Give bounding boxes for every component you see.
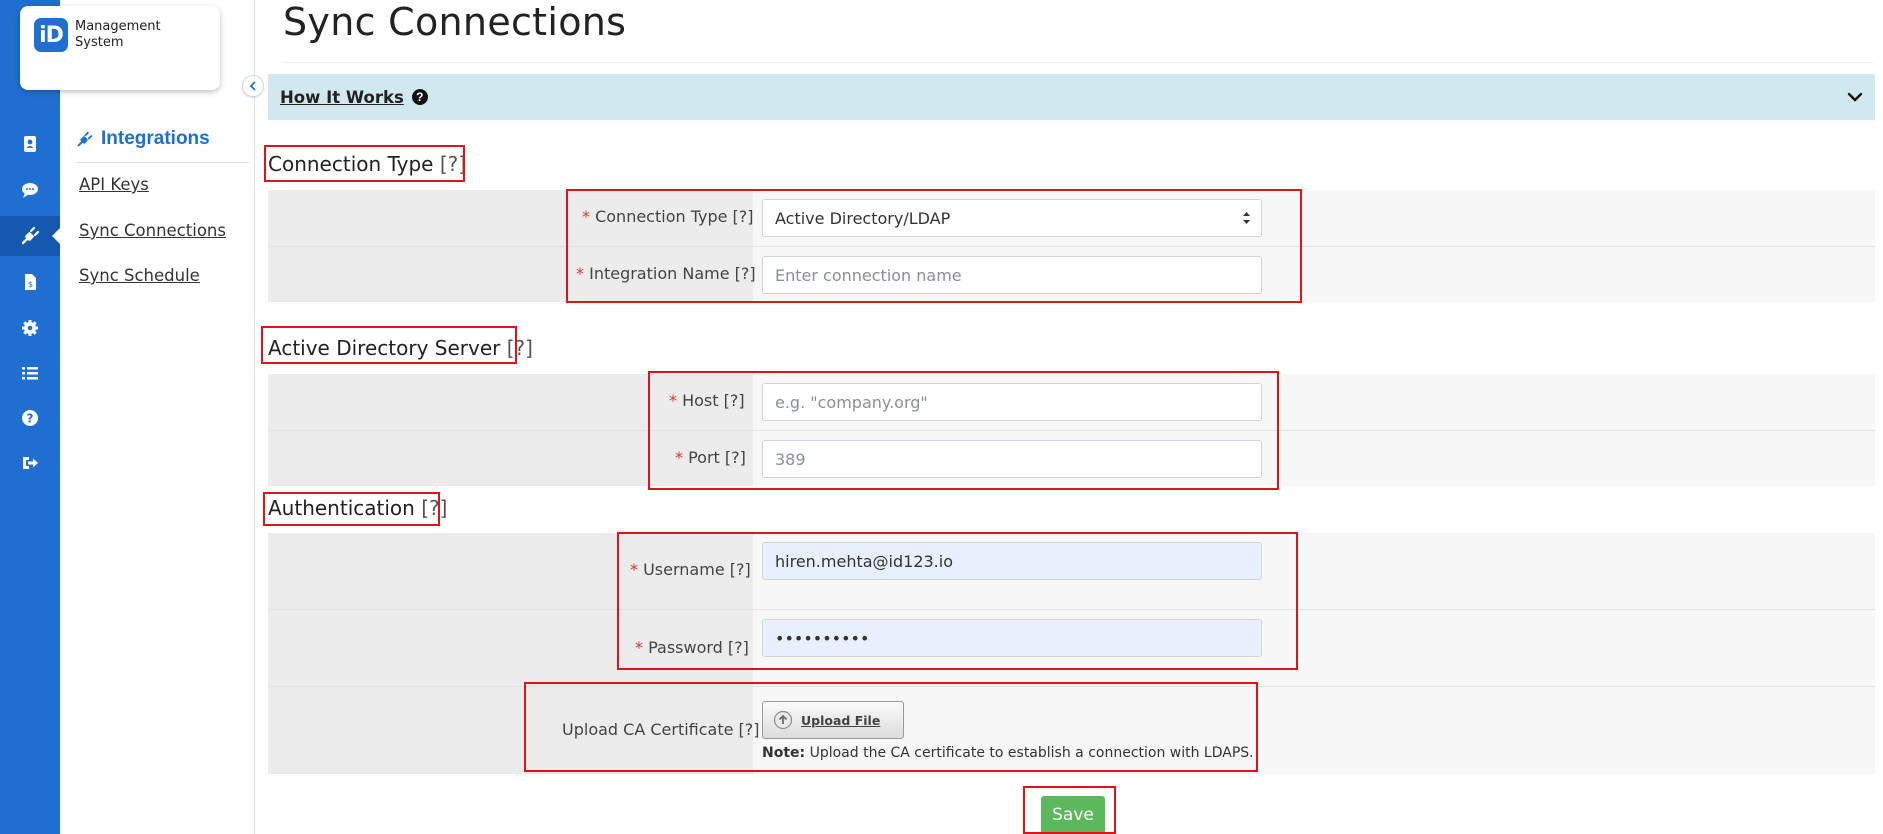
host-input[interactable]: e.g. "company.org"	[762, 383, 1262, 421]
field-label-text: Port [?]	[688, 448, 746, 467]
field-label-text: Password [?]	[648, 638, 749, 657]
question-circle-icon: ?	[411, 89, 428, 105]
username-input[interactable]: hiren.mehta@id123.io	[762, 542, 1262, 580]
required-marker: *	[635, 638, 643, 657]
note-text: Upload the CA certificate to establish a…	[805, 745, 1254, 761]
rail-item-lists[interactable]	[0, 353, 60, 393]
input-value: 389	[775, 449, 806, 469]
sidebar-heading: Integrations	[76, 128, 210, 150]
chevron-left-icon	[249, 81, 256, 91]
rail-item-integrations[interactable]	[0, 216, 60, 256]
sidebar-divider	[76, 162, 249, 163]
integrations-sidebar: Integrations API Keys Sync Connections S…	[60, 0, 255, 834]
how-it-works-panel[interactable]: How It Works ?	[268, 74, 1875, 120]
field-label-text: Username [?]	[643, 560, 751, 579]
contact-card-icon	[24, 136, 36, 152]
required-marker: *	[675, 448, 683, 467]
connection-type-select[interactable]: Active Directory/LDAP	[762, 199, 1262, 237]
field-label-text: Connection Type [?]	[595, 207, 754, 226]
input-placeholder: Enter connection name	[775, 265, 962, 285]
note-prefix: Note:	[762, 745, 806, 761]
required-marker: *	[582, 207, 590, 226]
title-divider	[283, 62, 1873, 63]
section-title-text: Authentication	[268, 496, 415, 520]
sidebar-heading-label: Integrations	[101, 128, 210, 149]
section-connection-type-title: Connection Type [?]	[268, 152, 466, 176]
sidebar-item-sync-schedule[interactable]: Sync Schedule	[79, 266, 200, 285]
upload-file-button[interactable]: Upload File	[762, 701, 904, 739]
section-ad-server-title: Active Directory Server [?]	[268, 336, 533, 360]
ca-certificate-note: Note: Upload the CA certificate to estab…	[762, 745, 1254, 761]
page-title: Sync Connections	[283, 0, 627, 44]
port-input[interactable]: 389	[762, 440, 1262, 478]
rail-item-help[interactable]: ?	[0, 398, 60, 438]
rail-item-settings[interactable]	[0, 308, 60, 348]
input-value: hiren.mehta@id123.io	[775, 551, 953, 571]
gear-icon	[22, 320, 38, 336]
sidebar-item-api-keys[interactable]: API Keys	[79, 175, 149, 194]
section-title-text: Active Directory Server	[268, 336, 501, 360]
field-label-text: Host [?]	[682, 391, 745, 410]
app-logo: iD	[34, 18, 68, 52]
plug-icon	[21, 226, 40, 245]
section-help-link[interactable]: [?]	[507, 336, 533, 360]
app-name-line1: Management	[75, 19, 161, 34]
invoice-icon: $	[25, 274, 36, 290]
section-help-link[interactable]: [?]	[440, 152, 466, 176]
required-marker: *	[576, 264, 584, 283]
password-input[interactable]: ••••••••••	[762, 619, 1262, 657]
how-it-works-label[interactable]: How It Works	[280, 88, 404, 107]
chevron-down-icon[interactable]	[1845, 87, 1865, 107]
input-value: ••••••••••	[775, 628, 870, 648]
section-title-text: Connection Type	[268, 152, 434, 176]
section-help-link[interactable]: [?]	[421, 496, 447, 520]
section-authentication-title: Authentication [?]	[268, 496, 447, 520]
list-icon	[22, 367, 38, 380]
select-value: Active Directory/LDAP	[775, 208, 951, 228]
svg-text:?: ?	[27, 412, 34, 426]
upload-file-label: Upload File	[801, 712, 881, 728]
help-icon: ?	[22, 410, 38, 426]
field-label-text: Integration Name [?]	[589, 264, 756, 283]
svg-text:$: $	[28, 280, 33, 289]
required-marker: *	[630, 560, 638, 579]
input-placeholder: e.g. "company.org"	[775, 392, 928, 412]
rail-item-sign-out[interactable]	[0, 443, 60, 483]
chat-icon	[22, 183, 38, 198]
collapse-sidebar-button[interactable]	[242, 75, 264, 97]
rail-item-contacts[interactable]	[0, 124, 60, 164]
rail-item-chat[interactable]	[0, 170, 60, 210]
icon-rail: $ ?	[0, 0, 60, 834]
sidebar-item-sync-connections[interactable]: Sync Connections	[79, 221, 226, 240]
app-name: Management System	[75, 19, 161, 51]
integration-name-input[interactable]: Enter connection name	[762, 256, 1262, 294]
required-marker: *	[669, 391, 677, 410]
rail-item-billing[interactable]: $	[0, 262, 60, 302]
plug-icon	[77, 131, 93, 146]
upload-circle-icon	[773, 710, 793, 730]
logo-card[interactable]: iD Management System	[20, 6, 220, 90]
ca-certificate-label: Upload CA Certificate [?]	[562, 720, 760, 739]
select-sort-icon	[1243, 212, 1250, 224]
save-button[interactable]: Save	[1041, 796, 1105, 834]
sign-out-icon	[23, 457, 38, 469]
app-name-line2: System	[75, 35, 124, 50]
